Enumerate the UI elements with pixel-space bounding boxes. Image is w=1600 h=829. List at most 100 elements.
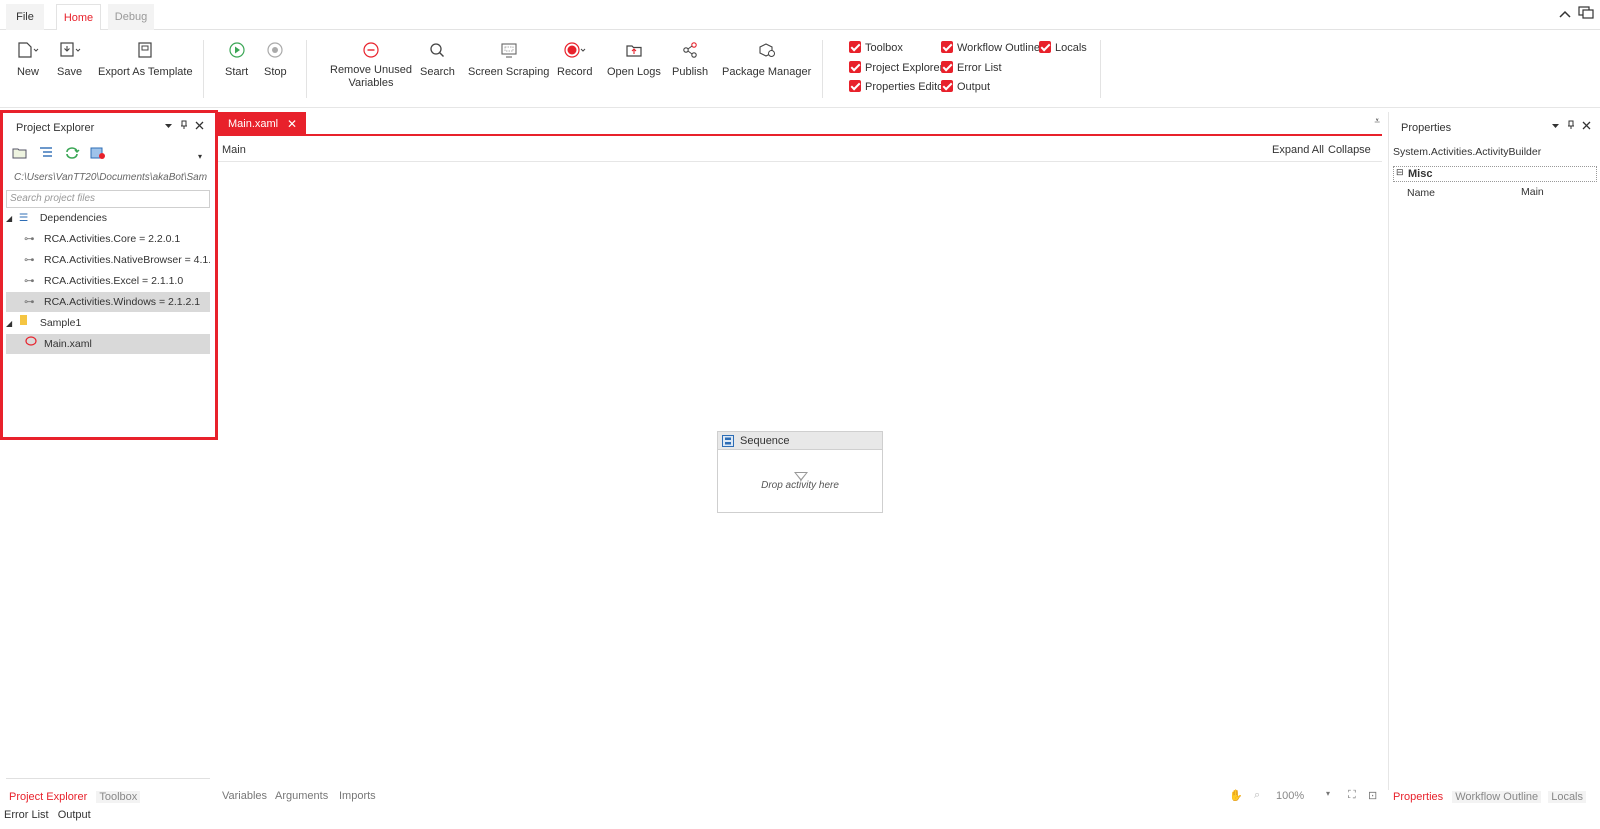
- right-panel-tabs: Properties Workflow Outline Locals: [1393, 791, 1586, 803]
- checkmark-icon: [849, 41, 861, 53]
- package-reference-icon: ⊶: [24, 275, 35, 287]
- horizontal-scrollbar[interactable]: [6, 778, 210, 784]
- collapse-arrow-icon[interactable]: ◢: [6, 314, 16, 333]
- arguments-tab[interactable]: Arguments: [275, 790, 328, 802]
- pin-icon[interactable]: [180, 120, 188, 133]
- pan-hand-icon[interactable]: ✋: [1229, 789, 1243, 802]
- tab-main-xaml[interactable]: Main.xaml ✕: [218, 112, 306, 136]
- toolbox-tab[interactable]: Toolbox: [96, 791, 141, 803]
- publish-button[interactable]: Publish: [672, 40, 708, 79]
- new-button[interactable]: New: [16, 40, 40, 79]
- close-tab-icon[interactable]: ✕: [287, 112, 297, 136]
- dropdown-icon[interactable]: [1551, 121, 1560, 133]
- zoom-dropdown-icon[interactable]: ▾: [1326, 789, 1330, 798]
- properties-tab[interactable]: Properties: [1393, 791, 1443, 803]
- output-checkbox[interactable]: Output: [941, 80, 990, 94]
- folder-open-icon: [607, 40, 661, 60]
- tree-item-file[interactable]: Main.xaml: [6, 334, 210, 354]
- locals-checkbox[interactable]: Locals: [1039, 41, 1087, 55]
- dropdown-icon[interactable]: [164, 121, 173, 133]
- open-logs-button[interactable]: Open Logs: [607, 40, 661, 79]
- error-list-tab[interactable]: Error List: [4, 809, 49, 821]
- variables-tab[interactable]: Variables: [222, 790, 267, 802]
- search-icon: [420, 40, 455, 60]
- start-button[interactable]: Start: [225, 40, 248, 79]
- ribbon-separator: [306, 40, 307, 98]
- search-project-files-input[interactable]: Search project files: [6, 190, 210, 208]
- close-icon[interactable]: [195, 121, 204, 133]
- tab-list-dropdown-icon[interactable]: ⩡: [1374, 116, 1380, 127]
- checkmark-icon: [941, 61, 953, 73]
- share-icon: [672, 40, 708, 60]
- package-reference-icon: ⊶: [24, 296, 35, 308]
- remove-unused-variables-button[interactable]: Remove Unused Variables: [330, 40, 412, 90]
- screen-scraping-icon: [468, 40, 549, 60]
- checkmark-icon: [941, 80, 953, 92]
- tree-item-dependency[interactable]: ⊶ RCA.Activities.NativeBrowser = 4.1.0.1: [6, 250, 210, 270]
- collapse-category-icon[interactable]: ⊟: [1396, 167, 1404, 178]
- open-folder-icon[interactable]: [12, 146, 28, 163]
- save-button[interactable]: Save: [57, 40, 82, 79]
- property-name-label: Name: [1407, 187, 1436, 199]
- more-chevron-icon[interactable]: ▾: [198, 152, 202, 161]
- save-icon: [57, 40, 82, 60]
- close-icon[interactable]: [1582, 121, 1591, 133]
- pin-icon[interactable]: [1567, 120, 1575, 133]
- expand-all-button[interactable]: Expand All: [1272, 140, 1324, 160]
- feedback-icon[interactable]: [1578, 6, 1594, 23]
- collapse-arrow-icon[interactable]: ◢: [6, 209, 16, 228]
- tree-item-dependencies[interactable]: ◢ ☰ Dependencies: [6, 208, 210, 228]
- zoom-icon[interactable]: ⌕: [1254, 789, 1260, 802]
- tree-item-dependency[interactable]: ⊶ RCA.Activities.Windows = 2.1.2.1: [6, 292, 210, 312]
- refresh-icon[interactable]: [64, 146, 80, 163]
- tab-file[interactable]: File: [6, 4, 44, 31]
- collapse-ribbon-icon[interactable]: [1558, 6, 1572, 22]
- fit-to-screen-icon[interactable]: ⛶: [1348, 789, 1356, 802]
- checkmark-icon: [849, 61, 861, 73]
- tree-item-dependency[interactable]: ⊶ RCA.Activities.Excel = 2.1.1.0: [6, 271, 210, 291]
- project-explorer-checkbox[interactable]: Project Explorer: [849, 61, 943, 75]
- record-button[interactable]: Record: [557, 40, 592, 79]
- panel-title: Properties: [1401, 122, 1452, 134]
- project-explorer-tab[interactable]: Project Explorer: [9, 791, 87, 803]
- remove-icon: [330, 40, 412, 60]
- document-tab-bar: Main.xaml ✕ ⩡: [218, 112, 1382, 136]
- sequence-icon: [722, 435, 734, 453]
- workflow-outline-tab[interactable]: Workflow Outline: [1452, 791, 1542, 803]
- checkmark-icon: [849, 80, 861, 92]
- workflow-outline-checkbox[interactable]: Workflow Outline: [941, 41, 1040, 55]
- property-category-misc[interactable]: ⊟ Misc: [1393, 166, 1597, 182]
- zoom-level[interactable]: 100%: [1276, 790, 1304, 802]
- output-tab[interactable]: Output: [58, 809, 91, 821]
- properties-editor-checkbox[interactable]: Properties Editor: [849, 80, 947, 94]
- screen-scraping-button[interactable]: Screen Scraping: [468, 40, 549, 79]
- tree-item-project[interactable]: ◢ Sample1: [6, 313, 210, 333]
- package-manager-button[interactable]: Package Manager: [722, 40, 811, 79]
- project-path: C:\Users\VanTT20\Documents\akaBot\Sam: [14, 172, 208, 183]
- properties-panel: Properties System.Activities.ActivityBui…: [1388, 112, 1598, 790]
- ribbon-tab-bar: File Home Debug: [0, 0, 1600, 31]
- error-list-checkbox[interactable]: Error List: [941, 61, 1002, 75]
- overview-icon[interactable]: ⊡: [1368, 789, 1377, 802]
- drop-arrow-icon: [794, 472, 808, 481]
- locals-tab[interactable]: Locals: [1548, 791, 1586, 803]
- project-explorer-toolbar: ▾: [12, 146, 212, 164]
- breadcrumb-item[interactable]: Main: [222, 140, 246, 160]
- search-button[interactable]: Search: [420, 40, 455, 79]
- tab-debug[interactable]: Debug: [108, 4, 154, 31]
- ribbon-separator: [203, 40, 204, 98]
- ribbon-separator: [822, 40, 823, 98]
- stop-button[interactable]: Stop: [264, 40, 287, 79]
- ribbon: New Save Export As Template Start Stop R…: [0, 30, 1600, 108]
- ribbon-separator: [1100, 40, 1101, 98]
- toolbox-checkbox[interactable]: Toolbox: [849, 41, 903, 55]
- remove-reference-icon[interactable]: [90, 146, 106, 163]
- play-icon: [225, 40, 248, 60]
- expand-tree-icon[interactable]: [38, 146, 54, 163]
- tab-home[interactable]: Home: [56, 4, 101, 31]
- tree-item-dependency[interactable]: ⊶ RCA.Activities.Core = 2.2.0.1: [6, 229, 210, 249]
- sequence-activity[interactable]: Sequence Drop activity here: [717, 431, 883, 513]
- export-as-template-button[interactable]: Export As Template: [98, 40, 193, 79]
- property-name-value[interactable]: Main: [1521, 186, 1544, 198]
- imports-tab[interactable]: Imports: [339, 790, 376, 802]
